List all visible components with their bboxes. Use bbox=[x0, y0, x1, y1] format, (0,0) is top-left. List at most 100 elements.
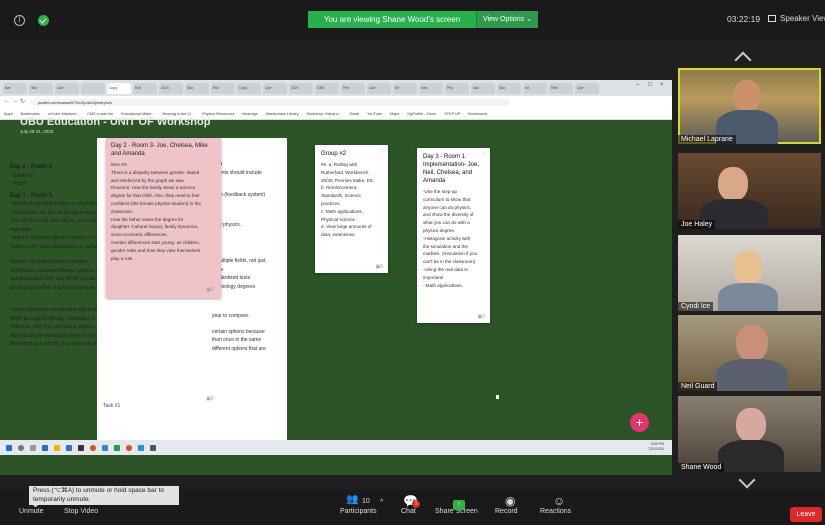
video-tile-shane-wood[interactable]: Shane Wood bbox=[678, 396, 821, 472]
browser-tab[interactable]: Roll bbox=[211, 83, 235, 94]
browser-tab[interactable]: Stor bbox=[29, 83, 53, 94]
card-menu-icon[interactable]: ⋮ bbox=[481, 151, 487, 158]
browser-tab[interactable]: Roll bbox=[133, 83, 157, 94]
reload-icon[interactable]: ↻ bbox=[20, 98, 25, 105]
windows-taskbar: 3:09 PM 7/31/2020 bbox=[0, 440, 672, 455]
group2-card[interactable]: Group #2 #5. a. Rolling with Rutherford, … bbox=[315, 145, 388, 273]
bookmark-item[interactable]: Maps bbox=[390, 112, 399, 116]
back-icon[interactable]: ← bbox=[4, 98, 10, 104]
mail-icon[interactable] bbox=[138, 444, 144, 451]
browser-tab[interactable]: Carl bbox=[55, 83, 79, 94]
text-line: stem (feedback system) bbox=[212, 192, 266, 198]
bookmark-item[interactable]: Physics Resources bbox=[202, 112, 234, 116]
card-line: what you can do with a bbox=[423, 220, 470, 226]
bookmark-item[interactable]: Masterclass Library bbox=[266, 112, 299, 116]
add-post-button[interactable]: + bbox=[630, 413, 649, 432]
browser-tab[interactable]: Copy bbox=[107, 83, 131, 94]
start-icon[interactable] bbox=[6, 444, 12, 451]
browser-tab[interactable]: Inbx bbox=[419, 83, 443, 94]
search-icon[interactable] bbox=[18, 444, 24, 451]
day3-room1-card[interactable]: Day 3 - Room 1 Implementation- Joe, Neil… bbox=[417, 148, 490, 323]
browser-tab[interactable] bbox=[81, 83, 105, 94]
scroll-up-arrow-icon[interactable] bbox=[734, 51, 752, 69]
url-field[interactable]: padlet.com/wansol575/c2pxsl2ejhmby5eo bbox=[30, 99, 510, 106]
bookmark-item[interactable]: Bookmarks bbox=[468, 112, 487, 116]
file-explorer-icon[interactable] bbox=[54, 444, 60, 451]
bookmark-item[interactable]: ccCube Mastercl... bbox=[48, 112, 79, 116]
pink-card-comment-icon[interactable]: ▣0 bbox=[206, 287, 214, 293]
video-tile-joe-haley[interactable]: Joe Haley bbox=[678, 153, 821, 229]
group2-comment-icon[interactable]: ▣0 bbox=[375, 264, 383, 270]
reactions-button[interactable]: Reactions bbox=[540, 508, 571, 515]
minimize-icon[interactable]: – bbox=[636, 82, 639, 88]
speaker-view-button[interactable]: Speaker View bbox=[768, 14, 825, 23]
bookmark-item[interactable]: Nearing in the Cl... bbox=[163, 112, 194, 116]
chat-button[interactable]: Chat bbox=[401, 508, 416, 515]
leave-button[interactable]: Leave bbox=[790, 507, 822, 522]
share-screen-icon[interactable]: ↑ bbox=[453, 500, 465, 510]
bookmark-item[interactable]: CMS a cast me bbox=[87, 112, 113, 116]
reactions-icon[interactable]: ☺ bbox=[553, 494, 565, 508]
agenda-card-comment-icon[interactable]: ▣0 bbox=[206, 396, 214, 402]
excel-icon[interactable] bbox=[114, 444, 120, 451]
browser-tab[interactable]: Bar bbox=[3, 83, 27, 94]
unmute-button[interactable]: Unmute bbox=[19, 508, 44, 515]
settings-icon[interactable] bbox=[150, 444, 156, 451]
browser-tab[interactable]: Que bbox=[575, 83, 599, 94]
view-options-button[interactable]: View Options ⌄ bbox=[476, 11, 538, 28]
browser-icon[interactable] bbox=[126, 444, 132, 451]
video-tile-michael-laprarie[interactable]: Michael Laprarie bbox=[678, 68, 821, 144]
maximize-icon[interactable]: □ bbox=[648, 82, 652, 88]
forward-icon[interactable]: → bbox=[12, 98, 18, 104]
browser-tab[interactable]: Elf bbox=[393, 83, 417, 94]
browser-tab[interactable]: Phy bbox=[445, 83, 469, 94]
bookmark-item[interactable]: Bookmarks bbox=[21, 112, 40, 116]
chrome-icon[interactable] bbox=[90, 444, 96, 451]
word-icon[interactable] bbox=[66, 444, 72, 451]
info-icon[interactable]: i bbox=[14, 15, 25, 26]
browser-tab[interactable]: Copy bbox=[237, 83, 261, 94]
scroll-down-arrow-icon[interactable] bbox=[738, 471, 756, 489]
browser-tab[interactable]: Que bbox=[263, 83, 287, 94]
padlet-date: July 29-31, 2020 bbox=[20, 129, 54, 134]
browser-tab[interactable]: 2020 bbox=[159, 83, 183, 94]
participants-icon[interactable]: 👥 bbox=[346, 494, 358, 505]
record-icon[interactable]: ◉ bbox=[505, 494, 515, 508]
day3-comment-icon[interactable]: ▣0 bbox=[477, 314, 485, 320]
browser-tab[interactable]: Rete bbox=[549, 83, 573, 94]
bookmark-item[interactable]: MyProfile - Zoom bbox=[407, 112, 436, 116]
video-tile-cyndi-ice[interactable]: Cyndi Ice bbox=[678, 235, 821, 311]
card-line: and show the diversity of bbox=[423, 212, 474, 218]
edge-icon[interactable] bbox=[42, 444, 48, 451]
zoom-app-icon[interactable] bbox=[102, 444, 108, 451]
app-icon[interactable] bbox=[78, 444, 84, 451]
bookmark-item[interactable]: STEP UP bbox=[444, 112, 460, 116]
browser-tab[interactable]: Inf bbox=[523, 83, 547, 94]
video-tile-neil-guard[interactable]: Neil Guard bbox=[678, 315, 821, 391]
participants-chevron-icon[interactable]: ^ bbox=[380, 499, 383, 506]
browser-tab[interactable]: Peri bbox=[341, 83, 365, 94]
card-line: marbles. (Simulation if you bbox=[423, 251, 478, 257]
pink-card-day2-room3[interactable]: Day 2 - Room 3- Joe, Chelsea, Mike and A… bbox=[106, 138, 221, 298]
encryption-shield-icon[interactable] bbox=[38, 15, 49, 26]
card-menu-icon[interactable]: ⋮ bbox=[379, 148, 385, 155]
close-icon[interactable]: × bbox=[660, 82, 664, 88]
participants-button[interactable]: Participants bbox=[340, 508, 377, 515]
bookmark-item[interactable]: Workshop Virtual a... bbox=[307, 112, 342, 116]
record-button[interactable]: Record bbox=[495, 508, 518, 515]
browser-tab[interactable]: Carl bbox=[367, 83, 391, 94]
bookmark-item[interactable]: Educational Mater... bbox=[121, 112, 155, 116]
bookmark-item[interactable]: Nearings bbox=[242, 112, 257, 116]
browser-tab[interactable]: 2021 bbox=[289, 83, 313, 94]
browser-tab[interactable]: Stor bbox=[185, 83, 209, 94]
task-view-icon[interactable] bbox=[30, 444, 36, 451]
browser-tab[interactable]: Stor bbox=[497, 83, 521, 94]
browser-tab[interactable]: Mal bbox=[471, 83, 495, 94]
card-line: c. Math applications, bbox=[321, 208, 363, 214]
stop-video-button[interactable]: Stop Video bbox=[64, 508, 98, 515]
bookmark-item[interactable]: YouTube bbox=[367, 112, 382, 116]
browser-tab[interactable]: GRA bbox=[315, 83, 339, 94]
bookmark-item[interactable]: Email bbox=[350, 112, 360, 116]
bookmark-item[interactable]: Apps bbox=[4, 112, 13, 116]
mouse-cursor bbox=[496, 395, 499, 399]
